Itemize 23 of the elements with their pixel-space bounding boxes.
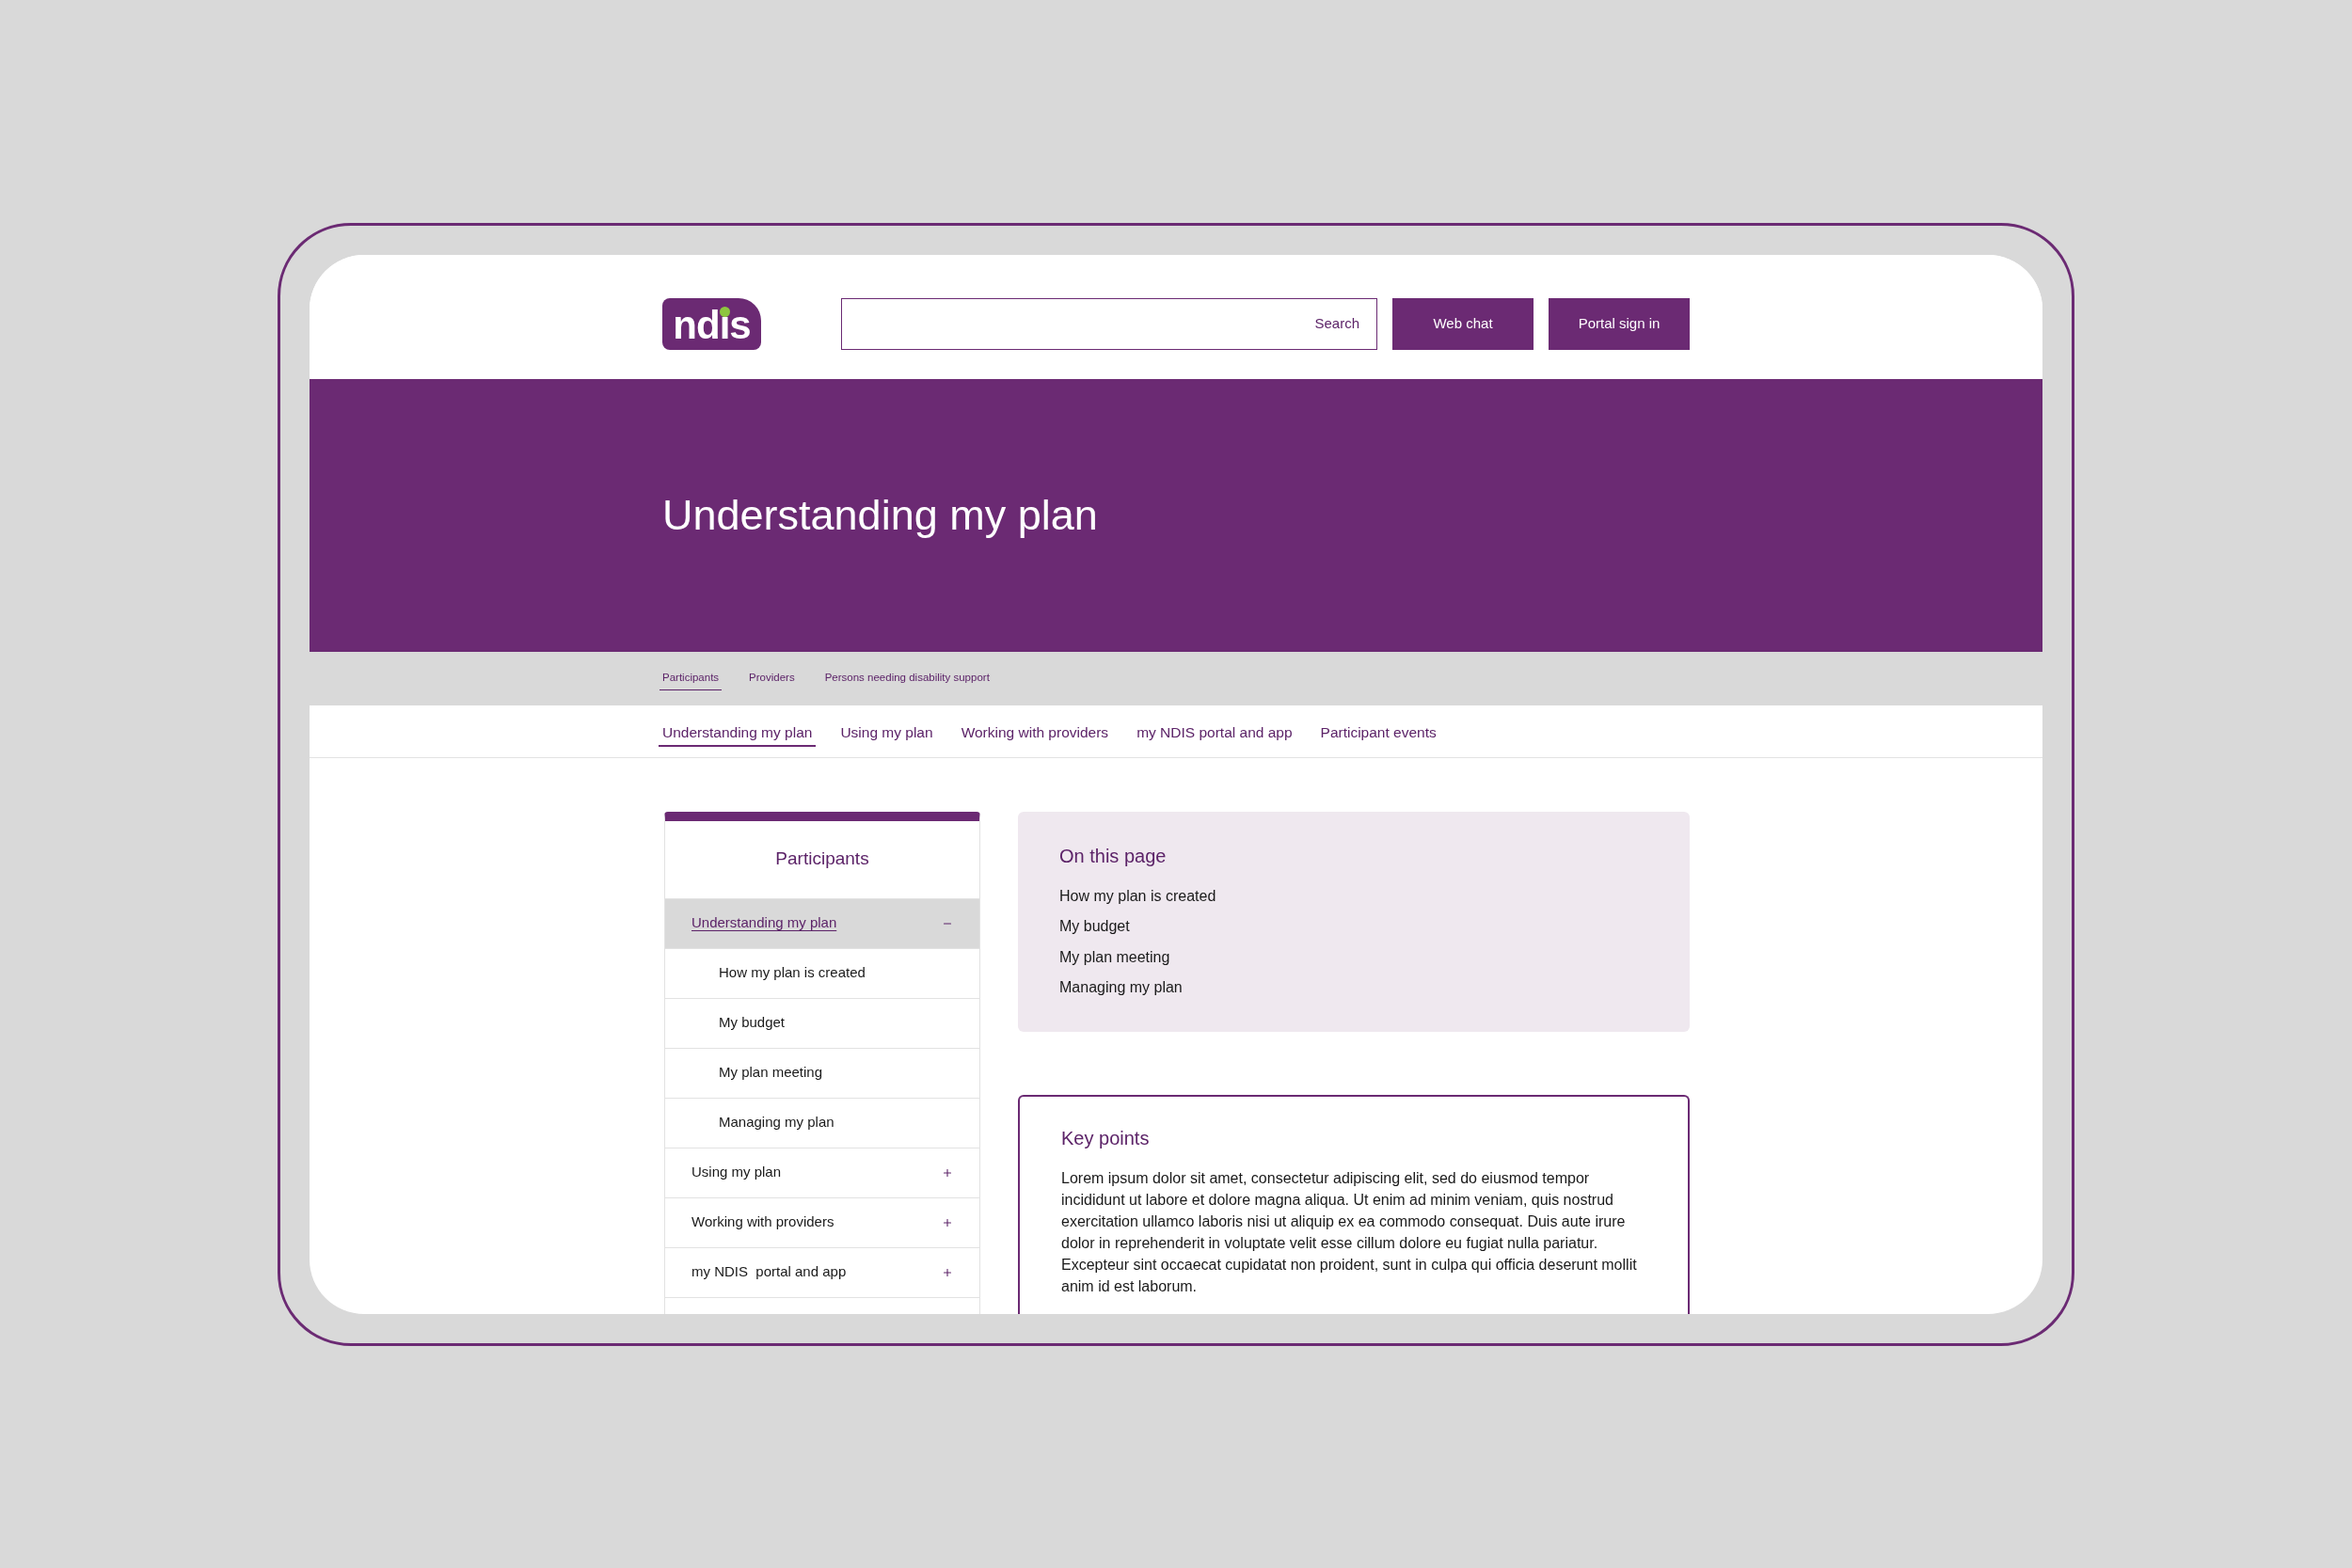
sign-in-button[interactable]: Portal sign in	[1549, 297, 1690, 350]
page-title: Understanding my plan	[662, 489, 1099, 541]
search-field[interactable]: Search	[841, 297, 1377, 350]
section-tab[interactable]: Participant events	[1316, 722, 1440, 747]
box-heading: On this page	[1059, 844, 1168, 868]
box-heading: Key points	[1061, 1126, 1151, 1150]
search-button[interactable]: Search	[1303, 298, 1376, 349]
page-link[interactable]: Managing my plan	[1059, 973, 1183, 1004]
audience-tab[interactable]: Persons needing disability support	[821, 669, 993, 690]
section-tab[interactable]: Using my plan	[836, 722, 937, 747]
chat-button[interactable]: Web chat	[1392, 297, 1534, 350]
section-tab[interactable]: Understanding my plan	[659, 722, 817, 747]
logo[interactable]: ndis	[662, 297, 761, 350]
body-paragraph: Lorem ipsum dolor sit amet, consectetur adipiscing elit, sed do eiusmod tempor incididunt ut labore et dolore magna aliqua. Ut enim ad minim veniam, quis nostrud exercitation ullamco laboris nisi ut aliquip ex ea commodo consequat. Duis aute irure dolor in reprehenderit in voluptate velit esse cillum dolore eu fugiat nulla pariatur. Excepteur sint occaecat cupidatat non proident, sunt in culpa qui officia deserunt mollit anim id est laborum.	[1061, 1168, 1638, 1296]
sidebar-item[interactable]: Understanding my plan	[665, 897, 979, 948]
page-link[interactable]: My budget	[1059, 911, 1130, 942]
section-tab[interactable]: my NDIS portal and app	[1133, 722, 1296, 747]
audience-tab[interactable]: Providers	[746, 669, 798, 690]
audience-tab[interactable]: Participants	[660, 669, 723, 690]
page-link[interactable]: My plan meeting	[1059, 942, 1170, 973]
page-link[interactable]: How my plan is created	[1059, 880, 1216, 911]
section-tab[interactable]: Working with providers	[957, 722, 1113, 747]
sidebar-title: Participants	[775, 847, 869, 871]
